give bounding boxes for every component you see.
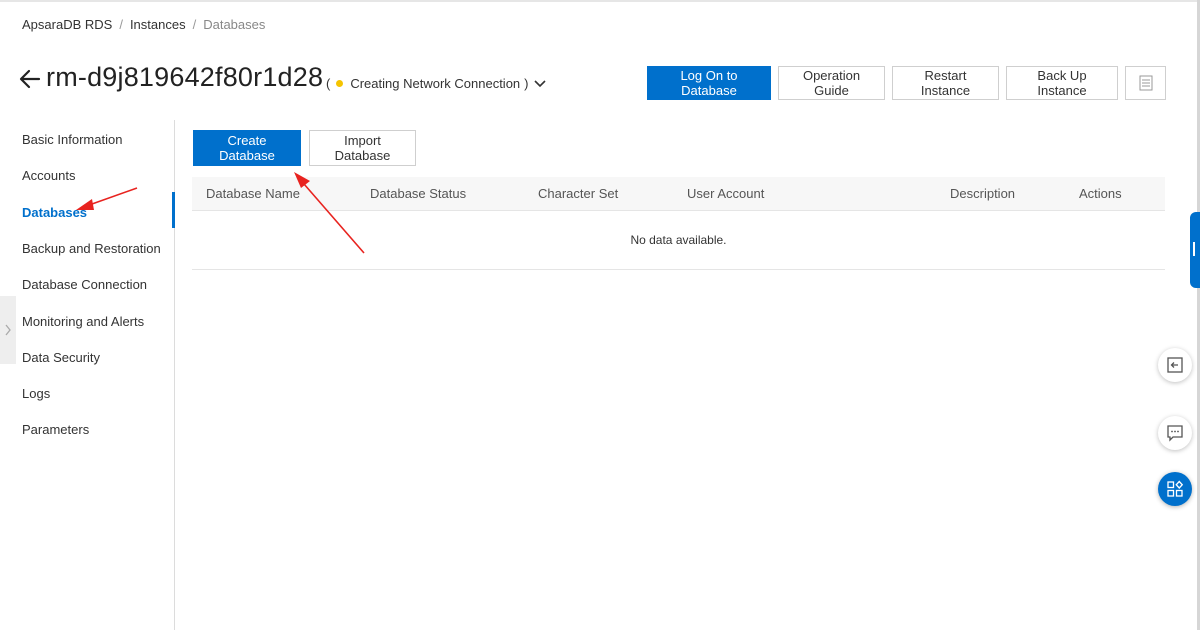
exit-panel-button[interactable] — [1158, 348, 1192, 382]
breadcrumb-databases: Databases — [203, 17, 266, 32]
operation-guide-button[interactable]: Operation Guide — [778, 66, 885, 100]
breadcrumb-apsaradb-rds[interactable]: ApsaraDB RDS — [22, 17, 112, 32]
chevron-right-icon — [5, 324, 11, 336]
sidebar-item-database-connection[interactable]: Database Connection — [22, 277, 147, 292]
chat-icon — [1167, 425, 1183, 442]
column-header-database-name: Database Name — [206, 186, 300, 201]
sidebar-item-basic-information[interactable]: Basic Information — [22, 132, 122, 147]
column-header-actions: Actions — [1079, 186, 1122, 201]
sidebar-item-accounts[interactable]: Accounts — [22, 168, 75, 183]
grip-icon — [1193, 242, 1195, 256]
sidebar-active-indicator — [172, 192, 175, 228]
status-paren-close: ) — [524, 76, 529, 91]
breadcrumb: ApsaraDB RDS / Instances / Databases — [22, 17, 265, 32]
more-actions-button[interactable] — [1125, 66, 1166, 100]
status-dot-icon — [336, 80, 344, 87]
status-paren-open: ( — [326, 76, 331, 91]
sidebar-item-monitoring-and-alerts[interactable]: Monitoring and Alerts — [22, 314, 144, 329]
column-header-description: Description — [950, 186, 1016, 201]
arrow-left-icon[interactable] — [18, 65, 42, 93]
sidebar-collapse-toggle[interactable] — [0, 296, 16, 364]
create-database-button[interactable]: Create Database — [193, 130, 301, 166]
status-text: Creating Network Connection — [350, 76, 521, 91]
list-icon — [1139, 75, 1152, 91]
chevron-down-icon[interactable] — [533, 79, 547, 89]
breadcrumb-separator: / — [119, 17, 123, 32]
sidebar-item-backup-and-restoration[interactable]: Backup and Restoration — [22, 241, 161, 256]
breadcrumb-separator: / — [192, 17, 197, 32]
empty-state-text: No data available. — [630, 233, 727, 247]
sidebar-item-parameters[interactable]: Parameters — [22, 422, 89, 437]
column-header-user-account: User Account — [687, 186, 765, 201]
app-menu-button[interactable] — [1158, 472, 1192, 506]
table-empty-row: No data available. — [192, 211, 1165, 270]
top-edge — [0, 0, 1200, 2]
arrow-left-box-icon — [1167, 357, 1183, 373]
feedback-button[interactable] — [1158, 416, 1192, 450]
instance-status[interactable]: ( Creating Network Connection ) — [326, 76, 547, 91]
column-header-character-set: Character Set — [538, 186, 619, 201]
sidebar-item-data-security[interactable]: Data Security — [22, 350, 100, 365]
sidebar — [0, 120, 175, 630]
table-header: Database Name Database Status Character … — [192, 177, 1165, 211]
restart-instance-button[interactable]: Restart Instance — [892, 66, 999, 100]
breadcrumb-instances[interactable]: Instances — [130, 17, 186, 32]
side-panel-handle[interactable] — [1190, 212, 1200, 288]
back-up-instance-button[interactable]: Back Up Instance — [1006, 66, 1118, 100]
instance-id: rm-d9j819642f80r1d28 — [46, 62, 324, 92]
sidebar-item-databases[interactable]: Databases — [22, 205, 87, 220]
sidebar-item-logs[interactable]: Logs — [22, 386, 50, 401]
import-database-button[interactable]: Import Database — [309, 130, 416, 166]
column-header-database-status: Database Status — [370, 186, 467, 201]
log-on-to-database-button[interactable]: Log On to Database — [647, 66, 771, 100]
apps-grid-icon — [1167, 480, 1184, 497]
